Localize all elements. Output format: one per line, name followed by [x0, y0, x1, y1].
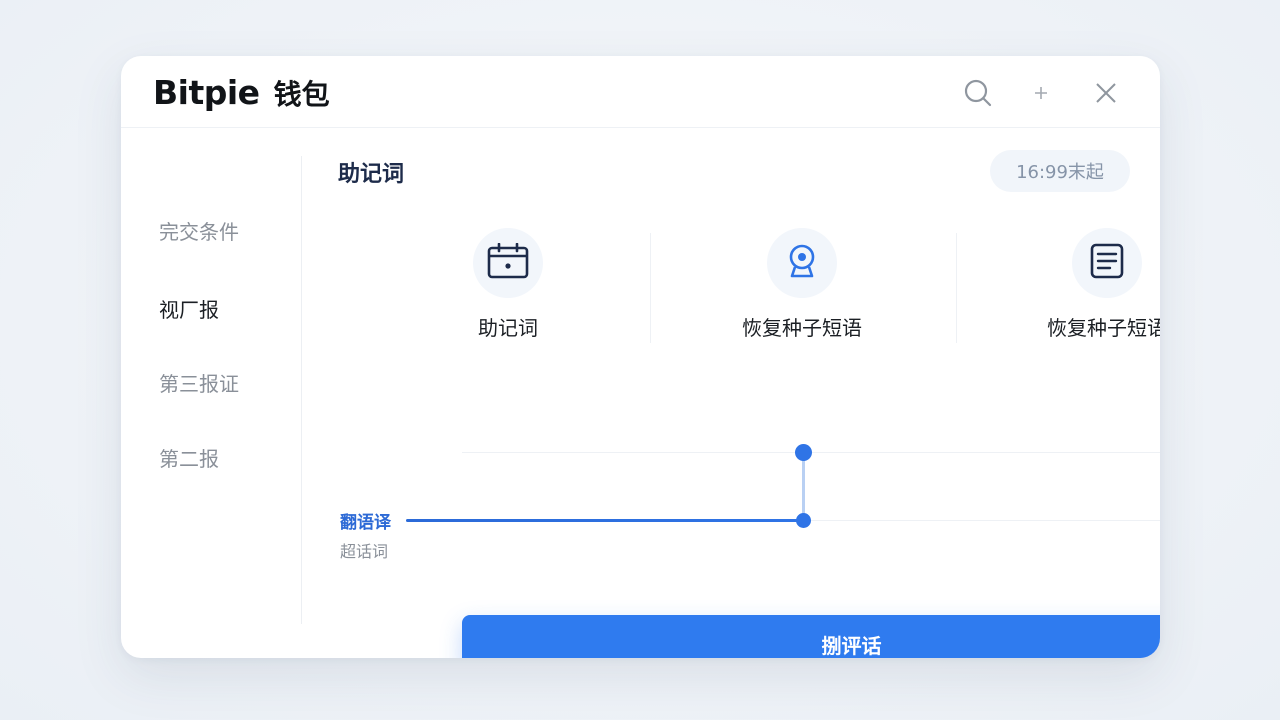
section-title: 助记词 — [338, 162, 405, 187]
sidebar-item-view-report[interactable]: 视厂报 — [159, 294, 219, 323]
brand: Bitpie 钱包 — [153, 73, 330, 113]
slider-handle[interactable] — [796, 513, 811, 528]
slider-fill — [406, 519, 803, 522]
option-icon-circle — [473, 228, 543, 298]
option-label: 助记词 — [478, 316, 538, 340]
option-icon-circle — [1072, 228, 1142, 298]
slider-label: 翻语译 — [340, 513, 391, 533]
title-bar: Bitpie 钱包 — [121, 56, 1160, 128]
close-icon[interactable] — [1091, 78, 1121, 108]
option-label: 恢复种子短语 — [1047, 316, 1160, 340]
option-label: 恢复种子短语 — [742, 316, 862, 340]
document-icon — [1090, 243, 1124, 283]
primary-action-button[interactable]: 捌评话 — [462, 615, 1160, 658]
sidebar-item-second-report[interactable]: 第二报 — [159, 443, 219, 472]
webcam-icon — [787, 244, 817, 282]
calendar-icon — [487, 242, 529, 283]
slider-handle-top[interactable] — [795, 444, 812, 461]
slider-connector — [802, 452, 805, 520]
sidebar-item-third-report[interactable]: 第三报证 — [159, 368, 239, 397]
sidebar: 完交条件 视厂报 第三报证 第二报 — [121, 128, 301, 658]
track-line-rest — [804, 520, 1160, 521]
wallet-window: Bitpie 钱包 完交条件 视厂报 第三报证 第二报 助记词 16:99末起 … — [121, 56, 1160, 658]
option-icon-circle — [767, 228, 837, 298]
option-mnemonic[interactable]: 助记词 — [408, 228, 608, 348]
brand-subtitle: 钱包 — [273, 78, 330, 111]
brand-name: Bitpie — [153, 73, 260, 112]
option-recover-seed-1[interactable]: 恢复种子短语 — [702, 228, 902, 348]
option-recover-seed-2[interactable]: 恢复种子短语 — [1007, 228, 1160, 348]
sidebar-item-conditions[interactable]: 完交条件 — [159, 216, 239, 245]
status-badge: 16:99末起 — [990, 150, 1130, 192]
main-panel: 助记词 16:99末起 助记词 恢复种子短语 恢复种子短语 翻语译 超话词 捌评… — [302, 128, 1160, 658]
search-icon[interactable] — [963, 78, 993, 108]
option-divider — [956, 233, 957, 343]
plus-icon[interactable] — [1026, 78, 1056, 108]
slider-sublabel: 超话词 — [340, 542, 389, 561]
option-divider — [650, 233, 651, 343]
